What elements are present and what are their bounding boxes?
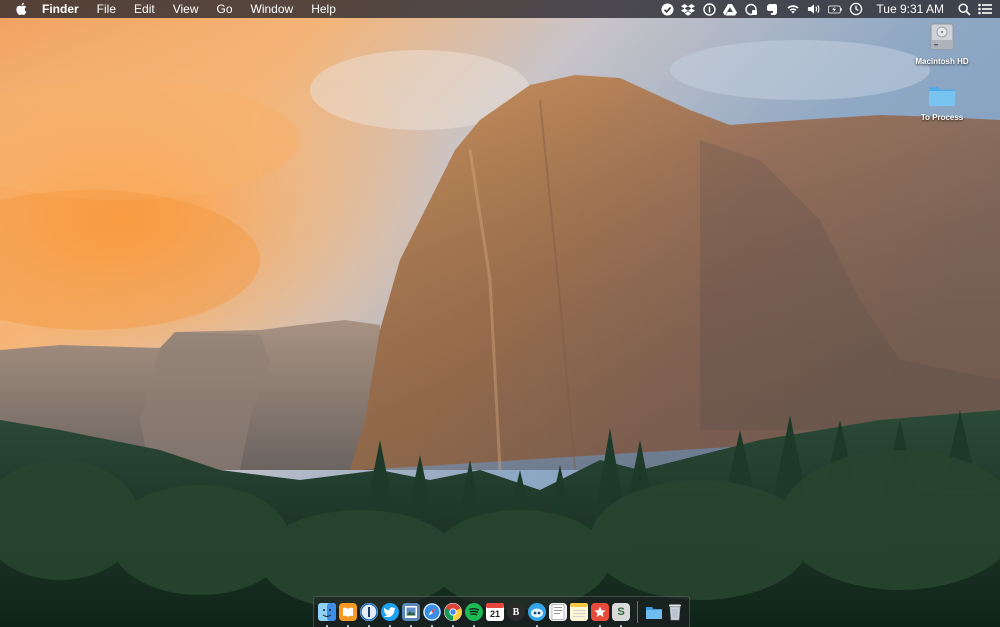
checkmark-circle-icon[interactable]	[660, 2, 674, 16]
menu-view[interactable]: View	[164, 0, 208, 18]
wifi-icon[interactable]	[786, 2, 800, 16]
tweetbot-icon[interactable]	[528, 603, 546, 627]
notification-center-icon[interactable]	[978, 2, 992, 16]
dock-separator	[637, 601, 638, 623]
desktop-icon-label: Macintosh HD	[915, 57, 969, 66]
spotlight-search-icon[interactable]	[957, 2, 971, 16]
twitter-icon[interactable]	[381, 603, 399, 627]
scrivener-icon[interactable]: S	[612, 603, 630, 627]
folder-icon	[902, 82, 982, 110]
calendar-icon[interactable]: 21	[486, 603, 504, 621]
menubar-clock[interactable]: Tue 9:31 AM	[870, 0, 950, 18]
menu-go[interactable]: Go	[208, 0, 242, 18]
volume-icon[interactable]	[807, 2, 821, 16]
spotify-icon[interactable]	[465, 603, 483, 627]
desktop-icon-to-process[interactable]: To Process	[902, 82, 982, 122]
menu-app-finder[interactable]: Finder	[42, 0, 88, 18]
desktop-icon-label: To Process	[920, 113, 964, 122]
desktop-wallpaper	[0, 0, 1000, 627]
calendar-day: 21	[489, 609, 500, 619]
notes-icon[interactable]	[570, 603, 588, 621]
ibooks-icon[interactable]	[339, 603, 357, 627]
bear-icon[interactable]: B	[507, 603, 525, 621]
safari-icon[interactable]	[423, 603, 441, 627]
hard-drive-icon	[902, 22, 982, 54]
google-drive-icon[interactable]	[723, 2, 738, 16]
trash-icon[interactable]	[666, 603, 684, 621]
preview-icon[interactable]	[402, 603, 420, 627]
desktop-icon-macintosh-hd[interactable]: Macintosh HD	[902, 22, 982, 66]
bear-letter: B	[512, 606, 520, 618]
evernote-icon[interactable]	[765, 2, 779, 16]
onepassword-icon[interactable]	[702, 2, 716, 16]
scrivener-letter: S	[617, 606, 625, 618]
time-machine-icon[interactable]	[849, 2, 863, 16]
wunderlist-icon[interactable]	[591, 603, 609, 627]
apple-menu-icon[interactable]	[14, 0, 28, 18]
finder-icon[interactable]	[318, 603, 336, 627]
battery-charging-icon[interactable]	[828, 2, 843, 16]
dropbox-icon[interactable]	[681, 2, 696, 16]
menu-edit[interactable]: Edit	[125, 0, 164, 18]
onepassword-icon[interactable]	[360, 603, 378, 627]
time-machine-lock-icon[interactable]	[744, 2, 758, 16]
dock: 21 B S	[313, 596, 690, 627]
downloads-folder-icon[interactable]	[645, 603, 663, 621]
textedit-icon[interactable]	[549, 603, 567, 621]
menu-window[interactable]: Window	[242, 0, 303, 18]
menu-file[interactable]: File	[88, 0, 125, 18]
chrome-icon[interactable]	[444, 603, 462, 627]
menu-bar: Finder File Edit View Go Window Help Tue…	[0, 0, 1000, 18]
menu-help[interactable]: Help	[302, 0, 345, 18]
